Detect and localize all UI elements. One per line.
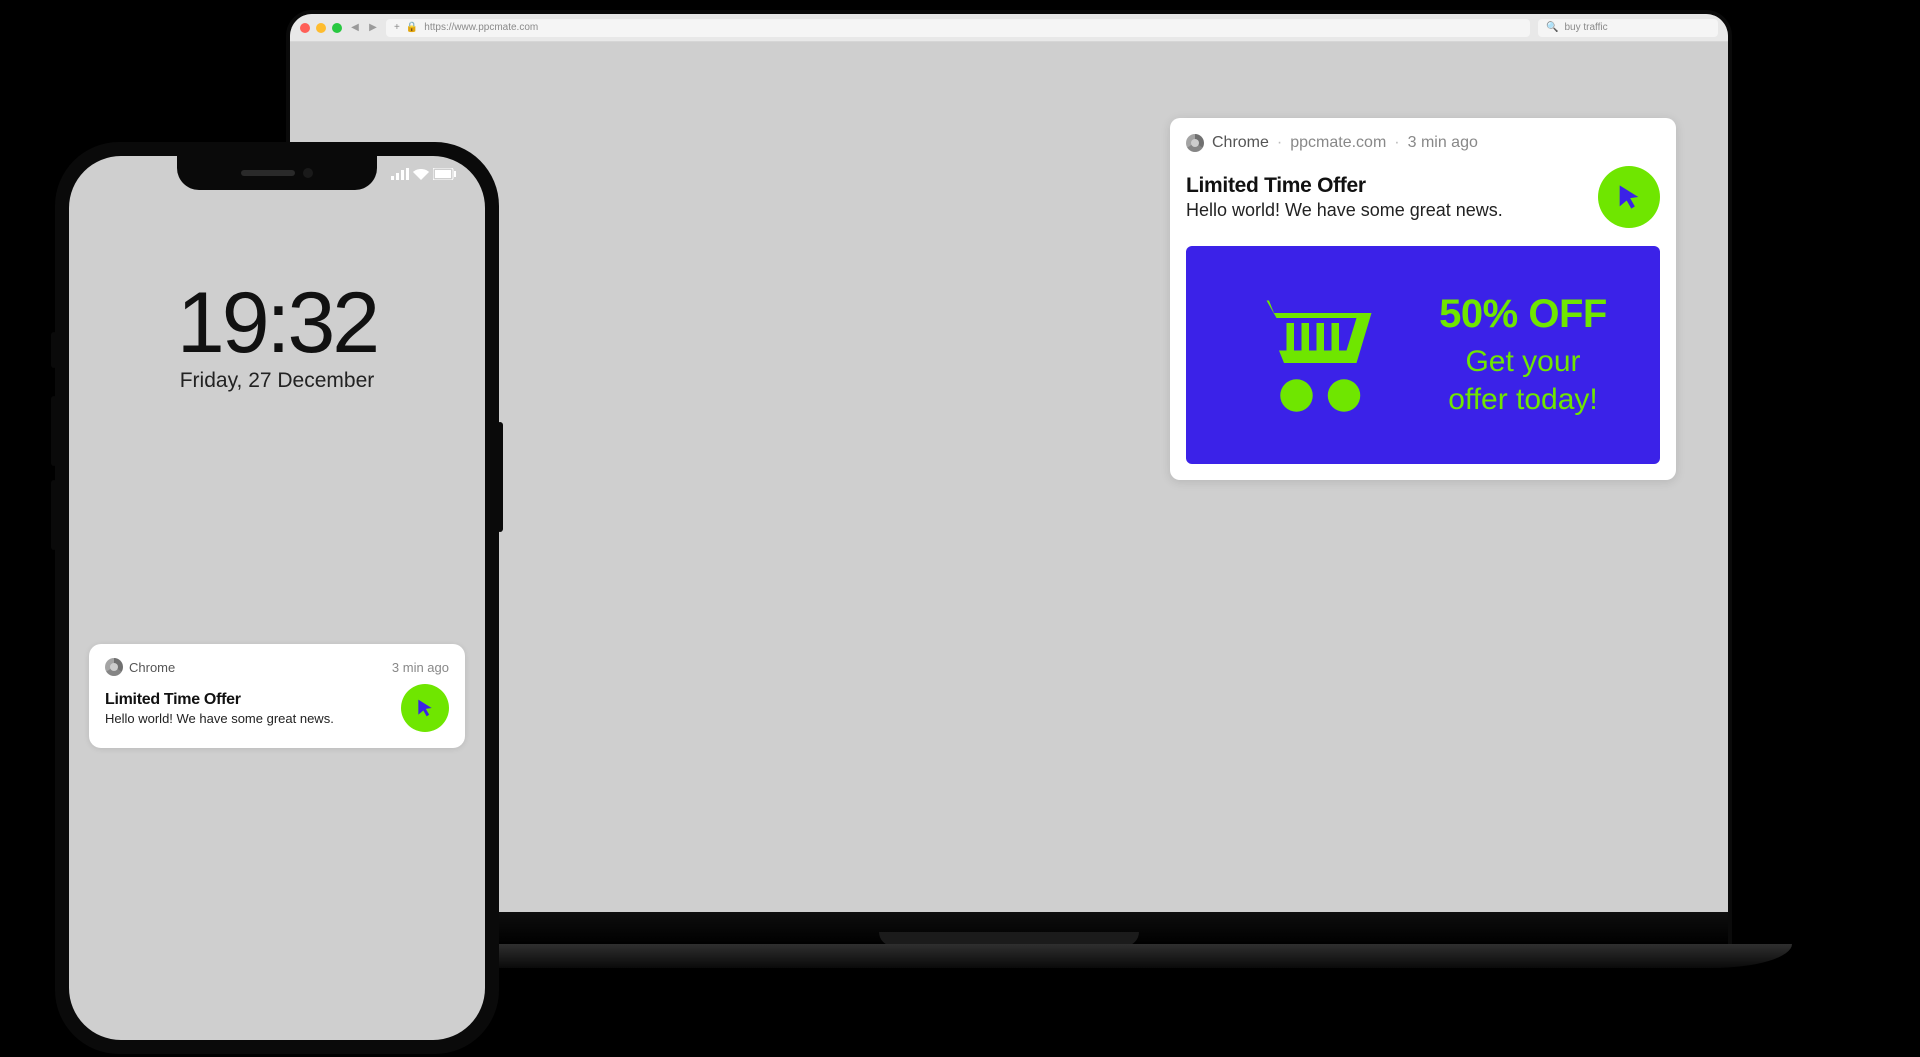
notification-title: Limited Time Offer: [1186, 174, 1580, 198]
wifi-icon: [413, 168, 429, 180]
chrome-icon: [105, 658, 123, 676]
search-icon: 🔍: [1546, 22, 1558, 33]
url-text: https://www.ppcmate.com: [424, 22, 538, 33]
notification-body: Limited Time Offer Hello world! We have …: [1186, 166, 1660, 228]
chrome-icon: [1186, 134, 1204, 152]
promo-text: 50% OFF Get your offer today!: [1439, 292, 1607, 418]
minimize-icon[interactable]: [316, 23, 326, 33]
lockscreen: 19:32 Friday, 27 December: [69, 156, 485, 393]
cursor-icon: [401, 684, 449, 732]
phone-volume-down[interactable]: [51, 480, 57, 550]
laptop-notch: [879, 932, 1139, 944]
notification-text: Limited Time Offer Hello world! We have …: [1186, 174, 1580, 221]
lock-icon: 🔒: [406, 22, 418, 33]
new-tab-icon[interactable]: +: [394, 22, 400, 33]
forward-button[interactable]: ▶: [368, 22, 378, 33]
notification-header: Chrome · ppcmate.com · 3 min ago: [1186, 134, 1660, 152]
cart-icon: [1239, 278, 1389, 433]
maximize-icon[interactable]: [332, 23, 342, 33]
close-icon[interactable]: [300, 23, 310, 33]
browser-toolbar: ◀ ▶ + 🔒 https://www.ppcmate.com 🔍 buy tr…: [290, 14, 1728, 42]
search-placeholder: buy traffic: [1564, 22, 1607, 33]
signal-icon: [391, 168, 409, 180]
phone-notch: [177, 156, 377, 190]
laptop-screen: ◀ ▶ + 🔒 https://www.ppcmate.com 🔍 buy tr…: [290, 14, 1728, 944]
notification-title: Limited Time Offer: [105, 691, 389, 709]
notification-time: 3 min ago: [1408, 134, 1478, 152]
lockscreen-time: 19:32: [69, 274, 485, 373]
notification-message: Hello world! We have some great news.: [105, 711, 389, 726]
promo-subline: Get your offer today!: [1439, 343, 1607, 418]
notification-message: Hello world! We have some great news.: [1186, 200, 1580, 221]
phone-power-button[interactable]: [497, 422, 503, 532]
search-box[interactable]: 🔍 buy traffic: [1538, 19, 1718, 37]
separator: ·: [1277, 134, 1282, 152]
promo-banner[interactable]: 50% OFF Get your offer today!: [1186, 246, 1660, 464]
promo-headline: 50% OFF: [1439, 292, 1607, 337]
lockscreen-date: Friday, 27 December: [69, 369, 485, 393]
back-button[interactable]: ◀: [350, 22, 360, 33]
battery-icon: [433, 168, 457, 180]
speaker-icon: [241, 170, 295, 176]
status-bar: [391, 168, 457, 180]
notification-domain: ppcmate.com: [1290, 134, 1386, 152]
front-camera-icon: [303, 168, 313, 178]
separator: ·: [1394, 134, 1399, 152]
phone-volume-up[interactable]: [51, 396, 57, 466]
notification-header: Chrome 3 min ago: [105, 658, 449, 676]
notification-app: Chrome: [129, 660, 175, 675]
phone-screen: 19:32 Friday, 27 December Chrome 3 min a…: [69, 156, 485, 1040]
phone-mute-switch[interactable]: [51, 332, 57, 368]
notification-app: Chrome: [1212, 134, 1269, 152]
desktop-notification[interactable]: Chrome · ppcmate.com · 3 min ago Limited…: [1170, 118, 1676, 480]
url-bar[interactable]: + 🔒 https://www.ppcmate.com: [386, 19, 1530, 37]
notification-body: Limited Time Offer Hello world! We have …: [105, 684, 449, 732]
notification-time: 3 min ago: [392, 660, 449, 675]
notification-text: Limited Time Offer Hello world! We have …: [105, 691, 389, 726]
phone-notification[interactable]: Chrome 3 min ago Limited Time Offer Hell…: [89, 644, 465, 748]
laptop-hinge-bar: [290, 912, 1728, 944]
window-controls: [300, 23, 342, 33]
cursor-icon: [1598, 166, 1660, 228]
phone-frame: 19:32 Friday, 27 December Chrome 3 min a…: [55, 142, 499, 1054]
